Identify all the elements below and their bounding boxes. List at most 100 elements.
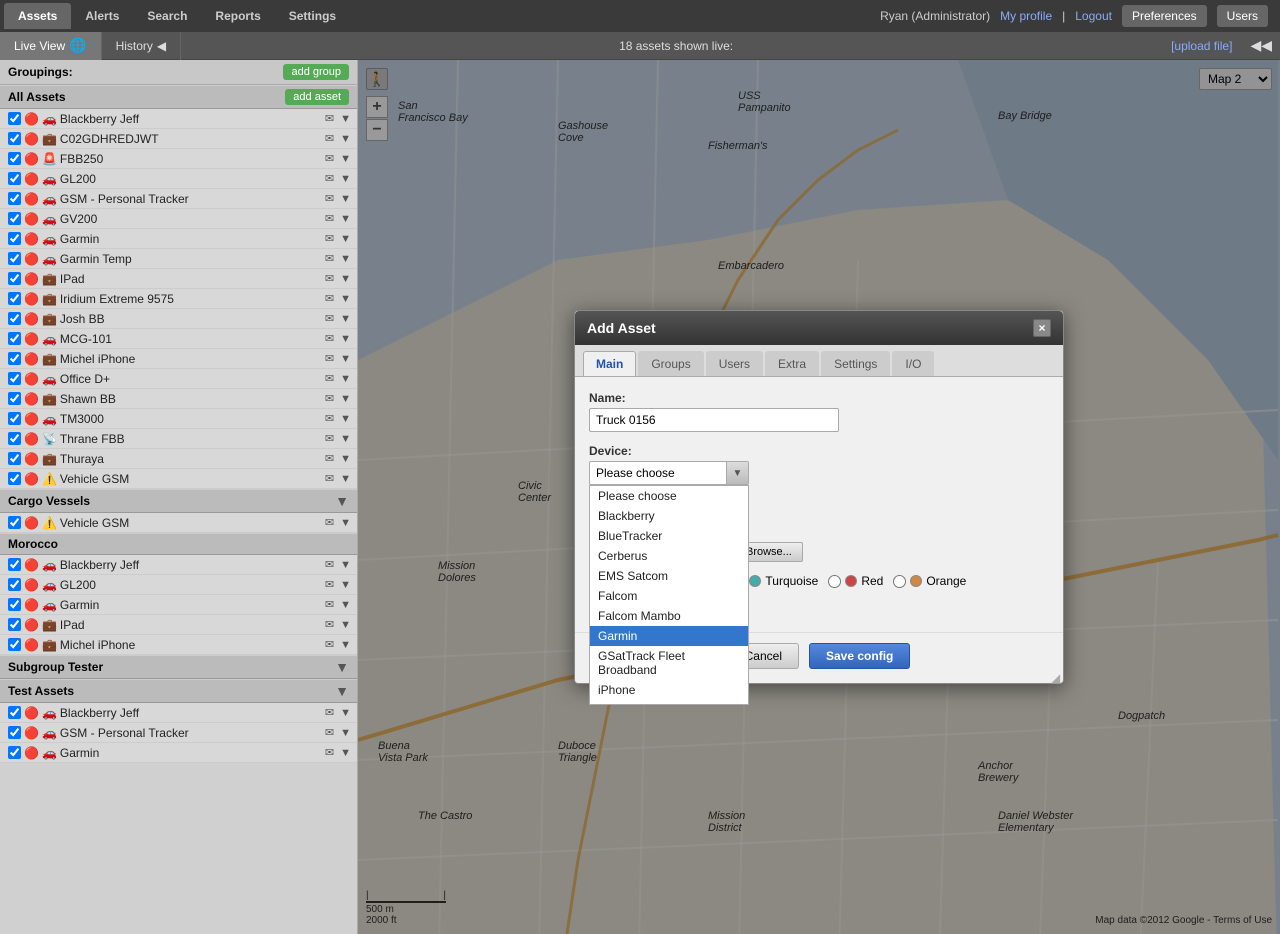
asset-mail-btn[interactable]: ✉: [323, 705, 336, 720]
asset-checkbox[interactable]: [8, 578, 21, 591]
asset-expand-btn[interactable]: ▼: [338, 331, 353, 346]
asset-item[interactable]: 🔴 🚗 Garmin ✉ ▼: [0, 743, 357, 763]
asset-mail-btn[interactable]: ✉: [323, 151, 336, 166]
asset-expand-btn[interactable]: ▼: [338, 745, 353, 760]
asset-mail-btn[interactable]: ✉: [323, 471, 336, 486]
asset-checkbox[interactable]: [8, 452, 21, 465]
asset-checkbox[interactable]: [8, 112, 21, 125]
dropdown-item-iphone[interactable]: iPhone: [590, 680, 748, 700]
asset-expand-btn[interactable]: ▼: [338, 111, 353, 126]
tab-alerts[interactable]: Alerts: [71, 3, 133, 29]
asset-expand-btn[interactable]: ▼: [338, 131, 353, 146]
asset-mail-btn[interactable]: ✉: [323, 515, 336, 530]
asset-expand-btn[interactable]: ▼: [338, 151, 353, 166]
asset-expand-btn[interactable]: ▼: [338, 451, 353, 466]
asset-checkbox[interactable]: [8, 432, 21, 445]
tab-settings[interactable]: Settings: [275, 3, 350, 29]
name-input[interactable]: [589, 408, 839, 432]
asset-expand-btn[interactable]: ▼: [338, 211, 353, 226]
upload-file-link[interactable]: [upload file]: [1171, 39, 1232, 53]
asset-item[interactable]: 🔴 ⚠️ Vehicle GSM ✉ ▼: [0, 469, 357, 489]
asset-mail-btn[interactable]: ✉: [323, 171, 336, 186]
dropdown-item-garmin[interactable]: Garmin: [590, 626, 748, 646]
asset-item[interactable]: 🔴 🚗 Blackberry Jeff ✉ ▼: [0, 703, 357, 723]
asset-mail-btn[interactable]: ✉: [323, 331, 336, 346]
asset-mail-btn[interactable]: ✉: [323, 111, 336, 126]
add-group-button[interactable]: add group: [283, 64, 349, 80]
asset-mail-btn[interactable]: ✉: [323, 557, 336, 572]
modal-tab-main[interactable]: Main: [583, 351, 636, 376]
asset-checkbox[interactable]: [8, 392, 21, 405]
asset-item[interactable]: 🔴 💼 IPad ✉ ▼: [0, 269, 357, 289]
users-btn[interactable]: Users: [1217, 5, 1268, 27]
asset-checkbox[interactable]: [8, 618, 21, 631]
dropdown-item[interactable]: Please choose: [590, 486, 748, 506]
asset-checkbox[interactable]: [8, 412, 21, 425]
asset-checkbox[interactable]: [8, 272, 21, 285]
asset-mail-btn[interactable]: ✉: [323, 617, 336, 632]
preferences-btn[interactable]: Preferences: [1122, 5, 1207, 27]
add-asset-button[interactable]: add asset: [285, 89, 349, 105]
asset-checkbox[interactable]: [8, 372, 21, 385]
asset-expand-btn[interactable]: ▼: [338, 471, 353, 486]
asset-mail-btn[interactable]: ✉: [323, 597, 336, 612]
live-view-tab[interactable]: Live View 🌐: [0, 32, 102, 60]
asset-mail-btn[interactable]: ✉: [323, 411, 336, 426]
asset-mail-btn[interactable]: ✉: [323, 745, 336, 760]
asset-mail-btn[interactable]: ✉: [323, 725, 336, 740]
subgroup-tester-header[interactable]: Subgroup Tester ▼: [0, 655, 357, 679]
asset-item[interactable]: 🔴 🚗 Blackberry Jeff ✉ ▼: [0, 555, 357, 575]
asset-item[interactable]: 🔴 🚗 Garmin ✉ ▼: [0, 595, 357, 615]
asset-checkbox[interactable]: [8, 232, 21, 245]
save-config-button[interactable]: Save config: [809, 643, 910, 669]
color-radio-orange[interactable]: [893, 575, 906, 588]
asset-mail-btn[interactable]: ✉: [323, 637, 336, 652]
asset-mail-btn[interactable]: ✉: [323, 431, 336, 446]
asset-expand-btn[interactable]: ▼: [338, 271, 353, 286]
asset-mail-btn[interactable]: ✉: [323, 271, 336, 286]
color-option-orange[interactable]: Orange: [893, 574, 966, 588]
asset-checkbox[interactable]: [8, 598, 21, 611]
asset-mail-btn[interactable]: ✉: [323, 351, 336, 366]
asset-item[interactable]: 🔴 🚗 GL200 ✉ ▼: [0, 575, 357, 595]
asset-item[interactable]: 🔴 🚗 GSM - Personal Tracker ✉ ▼: [0, 189, 357, 209]
dropdown-item[interactable]: Iridium Extreme: [590, 700, 748, 705]
asset-expand-btn[interactable]: ▼: [338, 231, 353, 246]
asset-expand-btn[interactable]: ▼: [338, 725, 353, 740]
asset-item[interactable]: 🔴 🚗 GV200 ✉ ▼: [0, 209, 357, 229]
asset-mail-btn[interactable]: ✉: [323, 131, 336, 146]
asset-item[interactable]: 🔴 ⚠️ Vehicle GSM ✉ ▼: [0, 513, 357, 533]
asset-item[interactable]: 🔴 📡 Thrane FBB ✉ ▼: [0, 429, 357, 449]
asset-mail-btn[interactable]: ✉: [323, 291, 336, 306]
asset-mail-btn[interactable]: ✉: [323, 577, 336, 592]
dropdown-item[interactable]: BlueTracker: [590, 526, 748, 546]
asset-expand-btn[interactable]: ▼: [338, 291, 353, 306]
cargo-vessels-expand-icon[interactable]: ▼: [335, 493, 349, 509]
asset-checkbox[interactable]: [8, 558, 21, 571]
resize-handle[interactable]: ◢: [1051, 671, 1063, 683]
asset-checkbox[interactable]: [8, 638, 21, 651]
asset-checkbox[interactable]: [8, 212, 21, 225]
device-select-button[interactable]: Please choose ▼: [589, 461, 749, 485]
tab-assets[interactable]: Assets: [4, 3, 71, 29]
dropdown-item[interactable]: Blackberry: [590, 506, 748, 526]
asset-expand-btn[interactable]: ▼: [338, 431, 353, 446]
morocco-header[interactable]: Morocco: [0, 533, 357, 555]
asset-expand-btn[interactable]: ▼: [338, 171, 353, 186]
asset-expand-btn[interactable]: ▼: [338, 391, 353, 406]
asset-expand-btn[interactable]: ▼: [338, 251, 353, 266]
dropdown-item[interactable]: GSatTrack Fleet Broadband: [590, 646, 748, 680]
asset-checkbox[interactable]: [8, 746, 21, 759]
asset-item[interactable]: 🔴 🚗 GSM - Personal Tracker ✉ ▼: [0, 723, 357, 743]
modal-tab-settings[interactable]: Settings: [821, 351, 890, 376]
asset-mail-btn[interactable]: ✉: [323, 251, 336, 266]
logout-link[interactable]: Logout: [1075, 9, 1112, 23]
color-option-red[interactable]: Red: [828, 574, 883, 588]
modal-tab-users[interactable]: Users: [706, 351, 763, 376]
asset-mail-btn[interactable]: ✉: [323, 311, 336, 326]
asset-checkbox[interactable]: [8, 726, 21, 739]
asset-checkbox[interactable]: [8, 706, 21, 719]
asset-expand-btn[interactable]: ▼: [338, 311, 353, 326]
asset-item[interactable]: 🔴 🚗 Blackberry Jeff ✉ ▼: [0, 109, 357, 129]
asset-item[interactable]: 🔴 💼 Thuraya ✉ ▼: [0, 449, 357, 469]
